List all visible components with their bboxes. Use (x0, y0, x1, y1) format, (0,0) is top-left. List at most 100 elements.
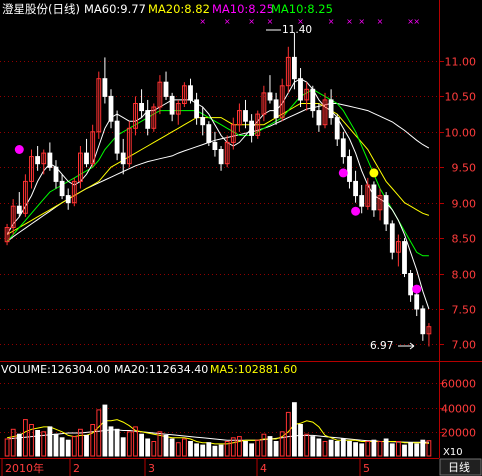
candle (108, 89, 114, 129)
volume-bar-down (249, 443, 254, 457)
volume-bar-down (145, 438, 151, 457)
price-tick-label: 7.50 (452, 304, 477, 317)
volume-bar-down (139, 433, 144, 457)
volume-bar-down (35, 430, 41, 457)
signal-x-mark: × (377, 17, 384, 26)
candle (145, 99, 151, 136)
candle (377, 188, 383, 221)
price-tick-label: 7.00 (452, 339, 477, 352)
candle-body-down (163, 81, 169, 97)
candle-body-down (243, 110, 248, 122)
candle (102, 57, 108, 104)
volume-bar-up (237, 436, 242, 457)
signal-dot (369, 168, 379, 178)
x-tick-label: 3 (148, 462, 155, 475)
volume-bar-up (285, 411, 291, 457)
volume-bar-down (169, 438, 175, 457)
volume-bar-up (377, 441, 383, 457)
candle (353, 170, 359, 203)
candle-body-down (188, 85, 193, 101)
volume-tick-label: 40000 (441, 403, 476, 416)
candle (10, 199, 16, 235)
volume-bar-up (71, 436, 77, 457)
volume-bar-down (65, 439, 71, 457)
volume-bar-down (334, 441, 340, 457)
signal-x-mark: × (328, 17, 335, 26)
volume-bar-down (120, 437, 126, 457)
low-price-label: 6.97 (370, 340, 393, 352)
candle (285, 46, 291, 93)
volume-bar-up (322, 441, 328, 457)
signal-dot (14, 145, 24, 154)
candle-body-down (359, 195, 365, 207)
volume-bar-down (402, 444, 407, 457)
candle-body-down (108, 95, 114, 122)
candle (41, 149, 47, 175)
candle-body-down (353, 180, 359, 197)
candle (200, 107, 206, 136)
candle-body-down (206, 124, 212, 143)
candle-body-down (408, 273, 414, 296)
candle (298, 68, 303, 108)
volume-bar-down (292, 402, 297, 457)
candle-body-down (334, 117, 340, 140)
volume-bar-down (16, 433, 22, 457)
candle (322, 92, 328, 129)
volume-bar-up (175, 442, 181, 457)
candle-body-down (414, 294, 420, 310)
volume-bar-down (194, 443, 199, 457)
candle (188, 78, 193, 104)
volume-bar-down (200, 444, 206, 457)
x-axis-ticks: 2010年 2 3 4 5 (1, 458, 370, 476)
candle-body-down (212, 141, 218, 150)
candle (420, 305, 426, 341)
candle-body-down (218, 149, 224, 165)
signal-dot (338, 168, 348, 178)
ma10-value-a: MA10:8.25 (212, 2, 274, 16)
volume-bar-up (4, 438, 10, 457)
volume-bar-up (396, 441, 401, 457)
candle (237, 103, 242, 132)
volume-bar-down (188, 441, 193, 457)
candle (114, 110, 120, 161)
volume-bar-up (182, 438, 187, 457)
candle-body-down (139, 103, 144, 112)
price-tick-label: 10.00 (445, 127, 477, 140)
volume-value: VOLUME:126304.00 (1, 363, 110, 376)
candle (389, 220, 395, 260)
volume-bar-down (267, 436, 273, 457)
candle (371, 181, 377, 217)
candle-body-down (194, 99, 199, 119)
candle (206, 121, 212, 146)
x-tick-label: 2 (73, 462, 80, 475)
candle (4, 223, 10, 246)
volume-tick-label: 60000 (441, 378, 476, 391)
volume-y-ticks: 20000 40000 60000 (0, 378, 476, 440)
candle-body-down (59, 180, 65, 197)
volume-bar-up (255, 439, 261, 457)
volume-ma20-value: MA20:112634.40 (114, 363, 208, 376)
candle (163, 71, 169, 100)
signal-x-mark: × (267, 17, 274, 26)
candle-body-down (420, 308, 426, 335)
candle (16, 192, 22, 217)
x-tick-label: 5 (363, 462, 370, 475)
candle (96, 71, 102, 139)
candle (402, 238, 407, 278)
candle (151, 103, 157, 132)
candle-body-down (340, 138, 346, 158)
stock-chart-canvas: 7.007.508.008.509.009.5010.0010.5011.00 … (0, 0, 482, 476)
candle (310, 85, 316, 118)
candle (71, 177, 77, 207)
price-tick-label: 11.00 (445, 56, 477, 69)
period-button[interactable]: 日线 (439, 458, 482, 476)
volume-tick-label: 20000 (441, 427, 476, 440)
candle-body-down (169, 95, 175, 115)
candle (243, 99, 248, 129)
candle (120, 138, 126, 175)
candle (249, 114, 254, 143)
volume-bar-down (273, 441, 279, 457)
volume-bar-down (163, 434, 169, 457)
signal-x-mark: × (248, 17, 255, 26)
candle (169, 92, 175, 122)
